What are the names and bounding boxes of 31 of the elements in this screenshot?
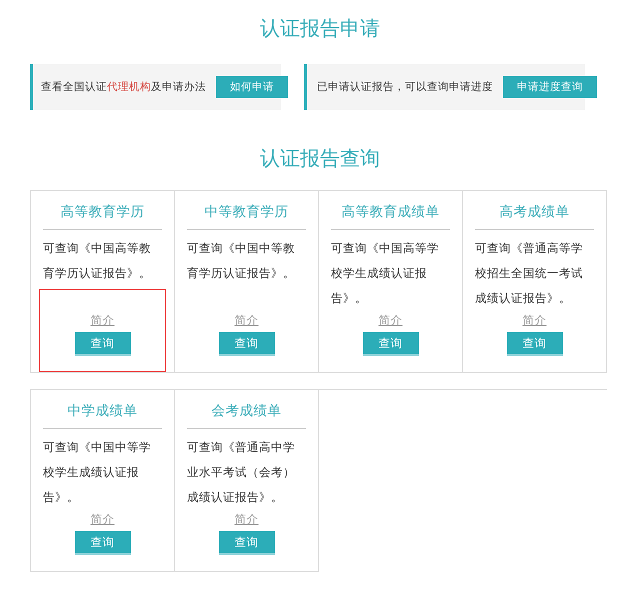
query-button[interactable]: 查询 xyxy=(218,332,274,356)
card-description: 可查询《中国中等学校学生成绩认证报告》。 xyxy=(43,439,152,506)
query-button[interactable]: 查询 xyxy=(362,332,418,356)
intro-link[interactable]: 简介 xyxy=(90,512,114,527)
card-title: 会考成绩单 xyxy=(187,400,306,429)
agency-link[interactable]: 代理机构 xyxy=(107,81,151,93)
intro-link[interactable]: 简介 xyxy=(234,512,258,527)
card-description: 可查询《中国高等学校学生成绩认证报告》。 xyxy=(331,240,440,307)
card-title: 高等教育学历 xyxy=(43,201,162,230)
query-button[interactable]: 查询 xyxy=(74,531,130,555)
card-title: 高等教育成绩单 xyxy=(331,201,450,230)
intro-link[interactable]: 简介 xyxy=(234,313,258,328)
intro-link[interactable]: 简介 xyxy=(522,313,546,328)
section-title: 认证报告申请 xyxy=(260,15,380,42)
intro-link[interactable]: 简介 xyxy=(378,313,402,328)
card-title: 中等教育学历 xyxy=(187,201,306,230)
card-title: 中学成绩单 xyxy=(43,400,162,429)
action-button[interactable]: 如何申请 xyxy=(216,76,288,98)
card-description: 可查询《普通高等学校招生全国统一考试成绩认证报告》。 xyxy=(475,240,584,307)
card-description: 可查询《中国中等教育学历认证报告》。 xyxy=(187,240,296,282)
card-description: 可查询《中国高等教育学历认证报告》。 xyxy=(43,240,152,282)
query-button[interactable]: 查询 xyxy=(506,332,562,356)
action-button[interactable]: 申请进度查询 xyxy=(503,76,597,98)
query-button[interactable]: 查询 xyxy=(74,332,130,356)
info-text: 已申请认证报告，可以查询申请进度 xyxy=(317,80,493,94)
card-title: 高考成绩单 xyxy=(475,201,594,230)
info-text: 查看全国认证代理机构及申请办法 xyxy=(41,80,206,94)
intro-link[interactable]: 简介 xyxy=(90,313,114,328)
section-title: 认证报告查询 xyxy=(260,145,380,172)
card-description: 可查询《普通高中学业水平考试（会考）成绩认证报告》。 xyxy=(187,439,296,506)
query-button[interactable]: 查询 xyxy=(218,531,274,555)
